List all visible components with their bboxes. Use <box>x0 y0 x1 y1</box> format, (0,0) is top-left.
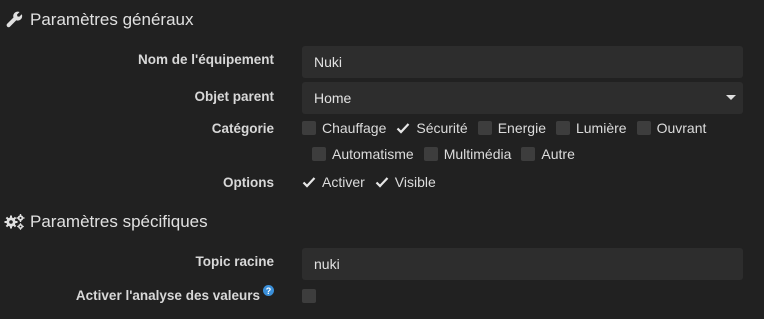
category-checkbox-automatisme[interactable]: Automatisme <box>312 146 414 162</box>
checkbox-box[interactable] <box>555 121 570 135</box>
category-label-text: Automatisme <box>332 146 414 162</box>
value-analysis-checkbox[interactable] <box>302 289 316 303</box>
checkbox-box[interactable] <box>423 147 438 161</box>
equipment-name-input[interactable]: Nuki <box>302 46 743 78</box>
checkmark-icon[interactable] <box>375 175 389 189</box>
category-label-text: Autre <box>541 146 575 162</box>
wrench-icon <box>4 10 26 30</box>
category-label-text: Energie <box>497 120 546 136</box>
checkbox-box[interactable] <box>312 147 326 161</box>
checkbox-box[interactable] <box>302 121 316 135</box>
gears-icon <box>4 212 26 232</box>
category-label-text: Chauffage <box>322 120 387 136</box>
category-checkbox-chauffage[interactable]: Chauffage <box>302 120 386 136</box>
equipment-name-value: Nuki <box>314 54 343 70</box>
category-checkbox-ouvrant[interactable]: Ouvrant <box>636 120 707 136</box>
checkbox-box[interactable] <box>477 121 492 135</box>
checkmark-icon[interactable] <box>302 175 316 189</box>
option-label-text: Activer <box>322 174 365 190</box>
general-settings-title: Paramètres généraux <box>30 10 194 29</box>
category-label-text: Sécurité <box>416 120 468 136</box>
category-label-text: Ouvrant <box>656 120 707 136</box>
category-row-1: Chauffage Sécurité Energie Lumière Ouvra… <box>302 120 716 136</box>
value-analysis-row <box>302 289 322 303</box>
category-checkbox-energie[interactable]: Energie <box>477 120 546 136</box>
category-label-text: Multimédia <box>443 146 512 162</box>
option-checkbox-visible[interactable]: Visible <box>375 174 436 190</box>
category-checkbox-securite[interactable]: Sécurité <box>396 120 468 136</box>
category-row-2: Automatisme Multimédia Autre <box>312 146 585 162</box>
specific-settings-title: Paramètres spécifiques <box>30 212 208 231</box>
equipment-name-label: Nom de l'équipement <box>138 52 274 67</box>
parent-object-label: Objet parent <box>194 89 274 104</box>
option-label-text: Visible <box>394 174 436 190</box>
parent-object-value: Home <box>314 90 352 106</box>
option-checkbox-activer[interactable]: Activer <box>302 174 365 190</box>
checkmark-icon[interactable] <box>396 121 410 135</box>
category-checkbox-autre[interactable]: Autre <box>521 146 575 162</box>
help-icon[interactable]: ? <box>263 285 274 296</box>
checkbox-box[interactable] <box>521 147 536 161</box>
topic-root-value: nuki <box>314 256 340 272</box>
category-label: Catégorie <box>211 121 274 136</box>
category-label-text: Lumière <box>575 120 627 136</box>
topic-root-input[interactable]: nuki <box>302 248 743 280</box>
checkbox-box[interactable] <box>636 121 651 135</box>
value-analysis-label: Activer l'analyse des valeurs <box>75 288 260 303</box>
category-checkbox-multimedia[interactable]: Multimédia <box>423 146 512 162</box>
topic-root-label: Topic racine <box>195 254 274 269</box>
parent-object-select[interactable]: Home <box>302 82 743 114</box>
category-checkbox-lumiere[interactable]: Lumière <box>555 120 627 136</box>
specific-settings-header: Paramètres spécifiques <box>4 212 208 232</box>
options-label: Options <box>223 175 274 190</box>
caret-down-icon <box>726 95 736 100</box>
value-analysis-label-wrap: Activer l'analyse des valeurs ? <box>75 285 274 303</box>
general-settings-header: Paramètres généraux <box>4 10 193 30</box>
options-row: Activer Visible <box>302 174 446 190</box>
